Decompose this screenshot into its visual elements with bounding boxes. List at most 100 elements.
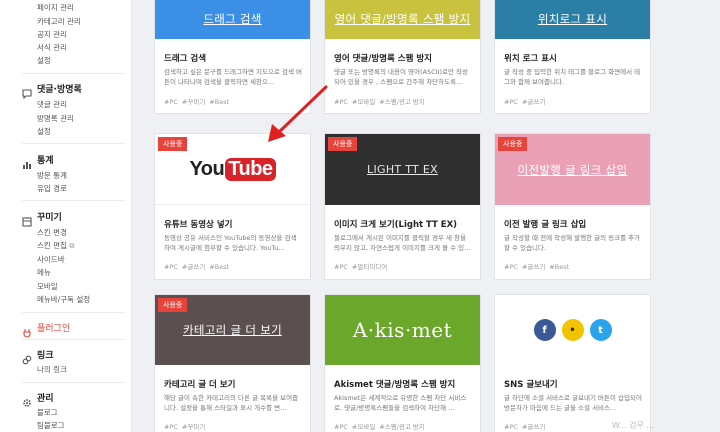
card-thumbnail-title: LIGHT TT EX — [367, 163, 438, 176]
plugin-card-location-log[interactable]: 위치로그 표시 위치 로그 표시 글 작성 중 입력한 위치 태그를 블로그 화… — [494, 0, 651, 114]
plugin-card-category-more[interactable]: 카테고리 글 더 보기 사용중 카테고리 글 더 보기 해당 글이 속한 카테고… — [154, 294, 311, 432]
card-tags: #PC #글쓰기 — [504, 421, 549, 431]
tag[interactable]: #PC — [164, 423, 178, 431]
tag[interactable]: #꾸미기 — [182, 423, 205, 431]
sidebar-section-label: 꾸미기 — [37, 213, 62, 223]
facebook-icon: f — [533, 319, 556, 341]
tag[interactable]: #멀티미디어 — [352, 263, 387, 271]
sidebar-item-my-links[interactable]: 나의 링크 — [37, 364, 67, 375]
plugin-card-prev-post-link[interactable]: 이전발행 글 링크 삽입 사용중 이전 발행 글 링크 삽입 글 작성할 때 전… — [494, 133, 651, 280]
plugin-card-light-tt-ex[interactable]: LIGHT TT EX 사용중 이미지 크게 보기(Light TT EX) 블… — [324, 133, 481, 280]
sidebar-section-label: 플러그인 — [37, 324, 71, 334]
sidebar-item-blog[interactable]: 블로그 — [37, 407, 58, 418]
akismet-logo: A·kis·met — [352, 318, 453, 342]
plugin-card-english-spam[interactable]: 영어 댓글/방명록 스팸 방지 영어 댓글/방명록 스팸 방지 댓글 또는 방명… — [324, 0, 481, 114]
twitter-icon: t — [589, 319, 612, 341]
card-description: 블로그에서 게시된 이미지를 클릭할 경우 새 창을 띄우지 않고, 자연스럽게… — [334, 234, 471, 252]
plugin-card-akismet[interactable]: A·kis·met Akismet 댓글/방명록 스팸 방지 Akismet은 … — [324, 294, 481, 432]
sidebar-section-stats[interactable]: 통계 — [22, 153, 54, 169]
chat-bubble-icon — [22, 84, 32, 99]
in-use-badge: 사용중 — [158, 298, 188, 312]
sidebar-item-settings[interactable]: 설정 — [37, 55, 51, 66]
sidebar-item-notice-manage[interactable]: 공지 관리 — [37, 29, 67, 40]
sidebar-divider — [22, 143, 126, 144]
sidebar-divider — [22, 339, 126, 340]
tag[interactable]: #PC — [164, 263, 178, 271]
tag[interactable]: #PC — [504, 423, 518, 431]
card-thumbnail-title: 드래그 검색 — [203, 12, 262, 26]
sidebar-divider — [22, 312, 126, 313]
tag[interactable]: #모바일 — [352, 98, 375, 106]
tag[interactable]: #PC — [334, 423, 348, 431]
sidebar-divider — [22, 382, 126, 383]
tag[interactable]: #글쓰기 — [522, 423, 545, 431]
card-thumbnail-title: 영어 댓글/방명록 스팸 방지 — [334, 12, 471, 26]
sidebar-item-visit-stats[interactable]: 방문 통계 — [37, 170, 67, 181]
plugin-card-drag-search[interactable]: 드래그 검색 드래그 검색 검색하고 싶은 문구를 드래그하면 지도으로 검색 … — [154, 0, 311, 114]
tag[interactable]: #글쓰기 — [522, 98, 545, 106]
sidebar-section-link[interactable]: 링크 — [22, 348, 54, 364]
card-description: 글 하단에 소셜 서비스로 글보내기 버튼이 삽입되어 방문자가 마음에 드는 … — [504, 394, 642, 412]
tag[interactable]: #스팸/광고 방지 — [379, 98, 425, 106]
card-title: Akismet 댓글/방명록 스팸 방지 — [334, 380, 456, 390]
sidebar-item-guestbook-manage[interactable]: 방명록 관리 — [37, 113, 74, 124]
sidebar-divider — [22, 200, 126, 201]
sidebar-item-skin-change[interactable]: 스킨 변경 — [37, 227, 67, 238]
external-link-icon: ⧉ — [69, 242, 75, 250]
card-title: 이미지 크게 보기(Light TT EX) — [334, 220, 458, 230]
plugin-card-youtube[interactable]: You Tube 사용중 유튜브 동영상 넣기 동영상 공유 서비스인 YouTu… — [154, 133, 311, 280]
sidebar-item-team-blog[interactable]: 팀블로그 — [37, 420, 65, 431]
sidebar-item-comment-manage[interactable]: 댓글 관리 — [37, 99, 67, 110]
tag[interactable]: #꾸미기 — [182, 98, 205, 106]
tag[interactable]: #스팸/광고 방지 — [379, 423, 425, 431]
card-tags: #PC #모바일 #스팸/광고 방지 — [334, 96, 429, 106]
tag[interactable]: #PC — [504, 263, 518, 271]
card-title: 영어 댓글/방명록 스팸 방지 — [334, 54, 433, 64]
sidebar-item-mobile[interactable]: 모바일 — [37, 281, 58, 292]
sns-icons: f • t — [533, 319, 612, 341]
card-thumbnail-title: 카테고리 글 더 보기 — [183, 323, 282, 337]
tag[interactable]: #Best — [549, 263, 569, 271]
youtube-logo: You Tube — [189, 157, 276, 181]
tag[interactable]: #모바일 — [352, 423, 375, 431]
watermark-text: W... 검무 ... — [612, 421, 655, 430]
sidebar-item-template-manage[interactable]: 서식 관리 — [37, 42, 67, 53]
tag[interactable]: #PC — [334, 263, 348, 271]
card-tags: #PC #글쓰기 — [504, 96, 549, 106]
sidebar-item-menu[interactable]: 메뉴 — [37, 267, 51, 278]
tag[interactable]: #PC — [504, 98, 518, 106]
card-description: 해당 글이 속한 카테고리의 다른 글 목록을 보여줍니다. 설정을 통해 스타… — [164, 394, 299, 412]
card-description: 글 작성 중 입력한 위치 태그를 블로그 화면에서 태그와 함께 보여줍니다. — [504, 68, 641, 86]
sidebar-item-sidebar[interactable]: 사이드바 — [37, 254, 65, 265]
card-title: 드래그 검색 — [164, 54, 207, 64]
tag[interactable]: #글쓰기 — [182, 263, 205, 271]
sidebar-section-comments[interactable]: 댓글·방명록 — [22, 82, 82, 99]
sidebar-item-category-manage[interactable]: 카테고리 관리 — [37, 16, 81, 27]
sidebar-section-label: 댓글·방명록 — [37, 85, 82, 95]
in-use-badge: 사용중 — [328, 137, 358, 151]
plugin-card-sns-share[interactable]: f • t SNS 글보내기 글 하단에 소셜 서비스로 글보내기 버튼이 삽입… — [494, 294, 651, 432]
sidebar-item-comment-settings[interactable]: 설정 — [37, 126, 51, 137]
tag[interactable]: #글쓰기 — [522, 263, 545, 271]
sidebar-section-decorate[interactable]: 꾸미기 — [22, 210, 62, 227]
kakaostory-icon: • — [561, 319, 584, 341]
sidebar-section-manage[interactable]: 관리 — [22, 391, 54, 407]
sidebar-item-referrer[interactable]: 유입 경로 — [37, 183, 67, 194]
card-tags: #PC #글쓰기 #Best — [164, 261, 233, 271]
tag[interactable]: #PC — [164, 98, 178, 106]
sidebar-section-label: 링크 — [37, 351, 54, 361]
sidebar-item-page-manage[interactable]: 페이지 관리 — [37, 2, 74, 13]
gear-icon — [22, 393, 32, 407]
card-tags: #PC #꾸미기 #Best — [164, 96, 233, 106]
sidebar-section-label: 관리 — [37, 394, 54, 404]
card-title: 위치 로그 표시 — [504, 54, 557, 64]
tag[interactable]: #Best — [209, 98, 229, 106]
card-tags: #PC #글쓰기 #Best — [504, 261, 573, 271]
sidebar-item-menubar-subscribe[interactable]: 메뉴바/구독 설정 — [37, 294, 90, 305]
sidebar-item-skin-edit[interactable]: 스킨 편집 ⧉ — [37, 240, 74, 251]
tag[interactable]: #PC — [334, 98, 348, 106]
card-title: 카테고리 글 더 보기 — [164, 380, 236, 390]
sidebar-section-plugin[interactable]: 플러그인 — [22, 321, 71, 337]
tag[interactable]: #Best — [209, 263, 229, 271]
link-chain-icon — [22, 350, 32, 364]
